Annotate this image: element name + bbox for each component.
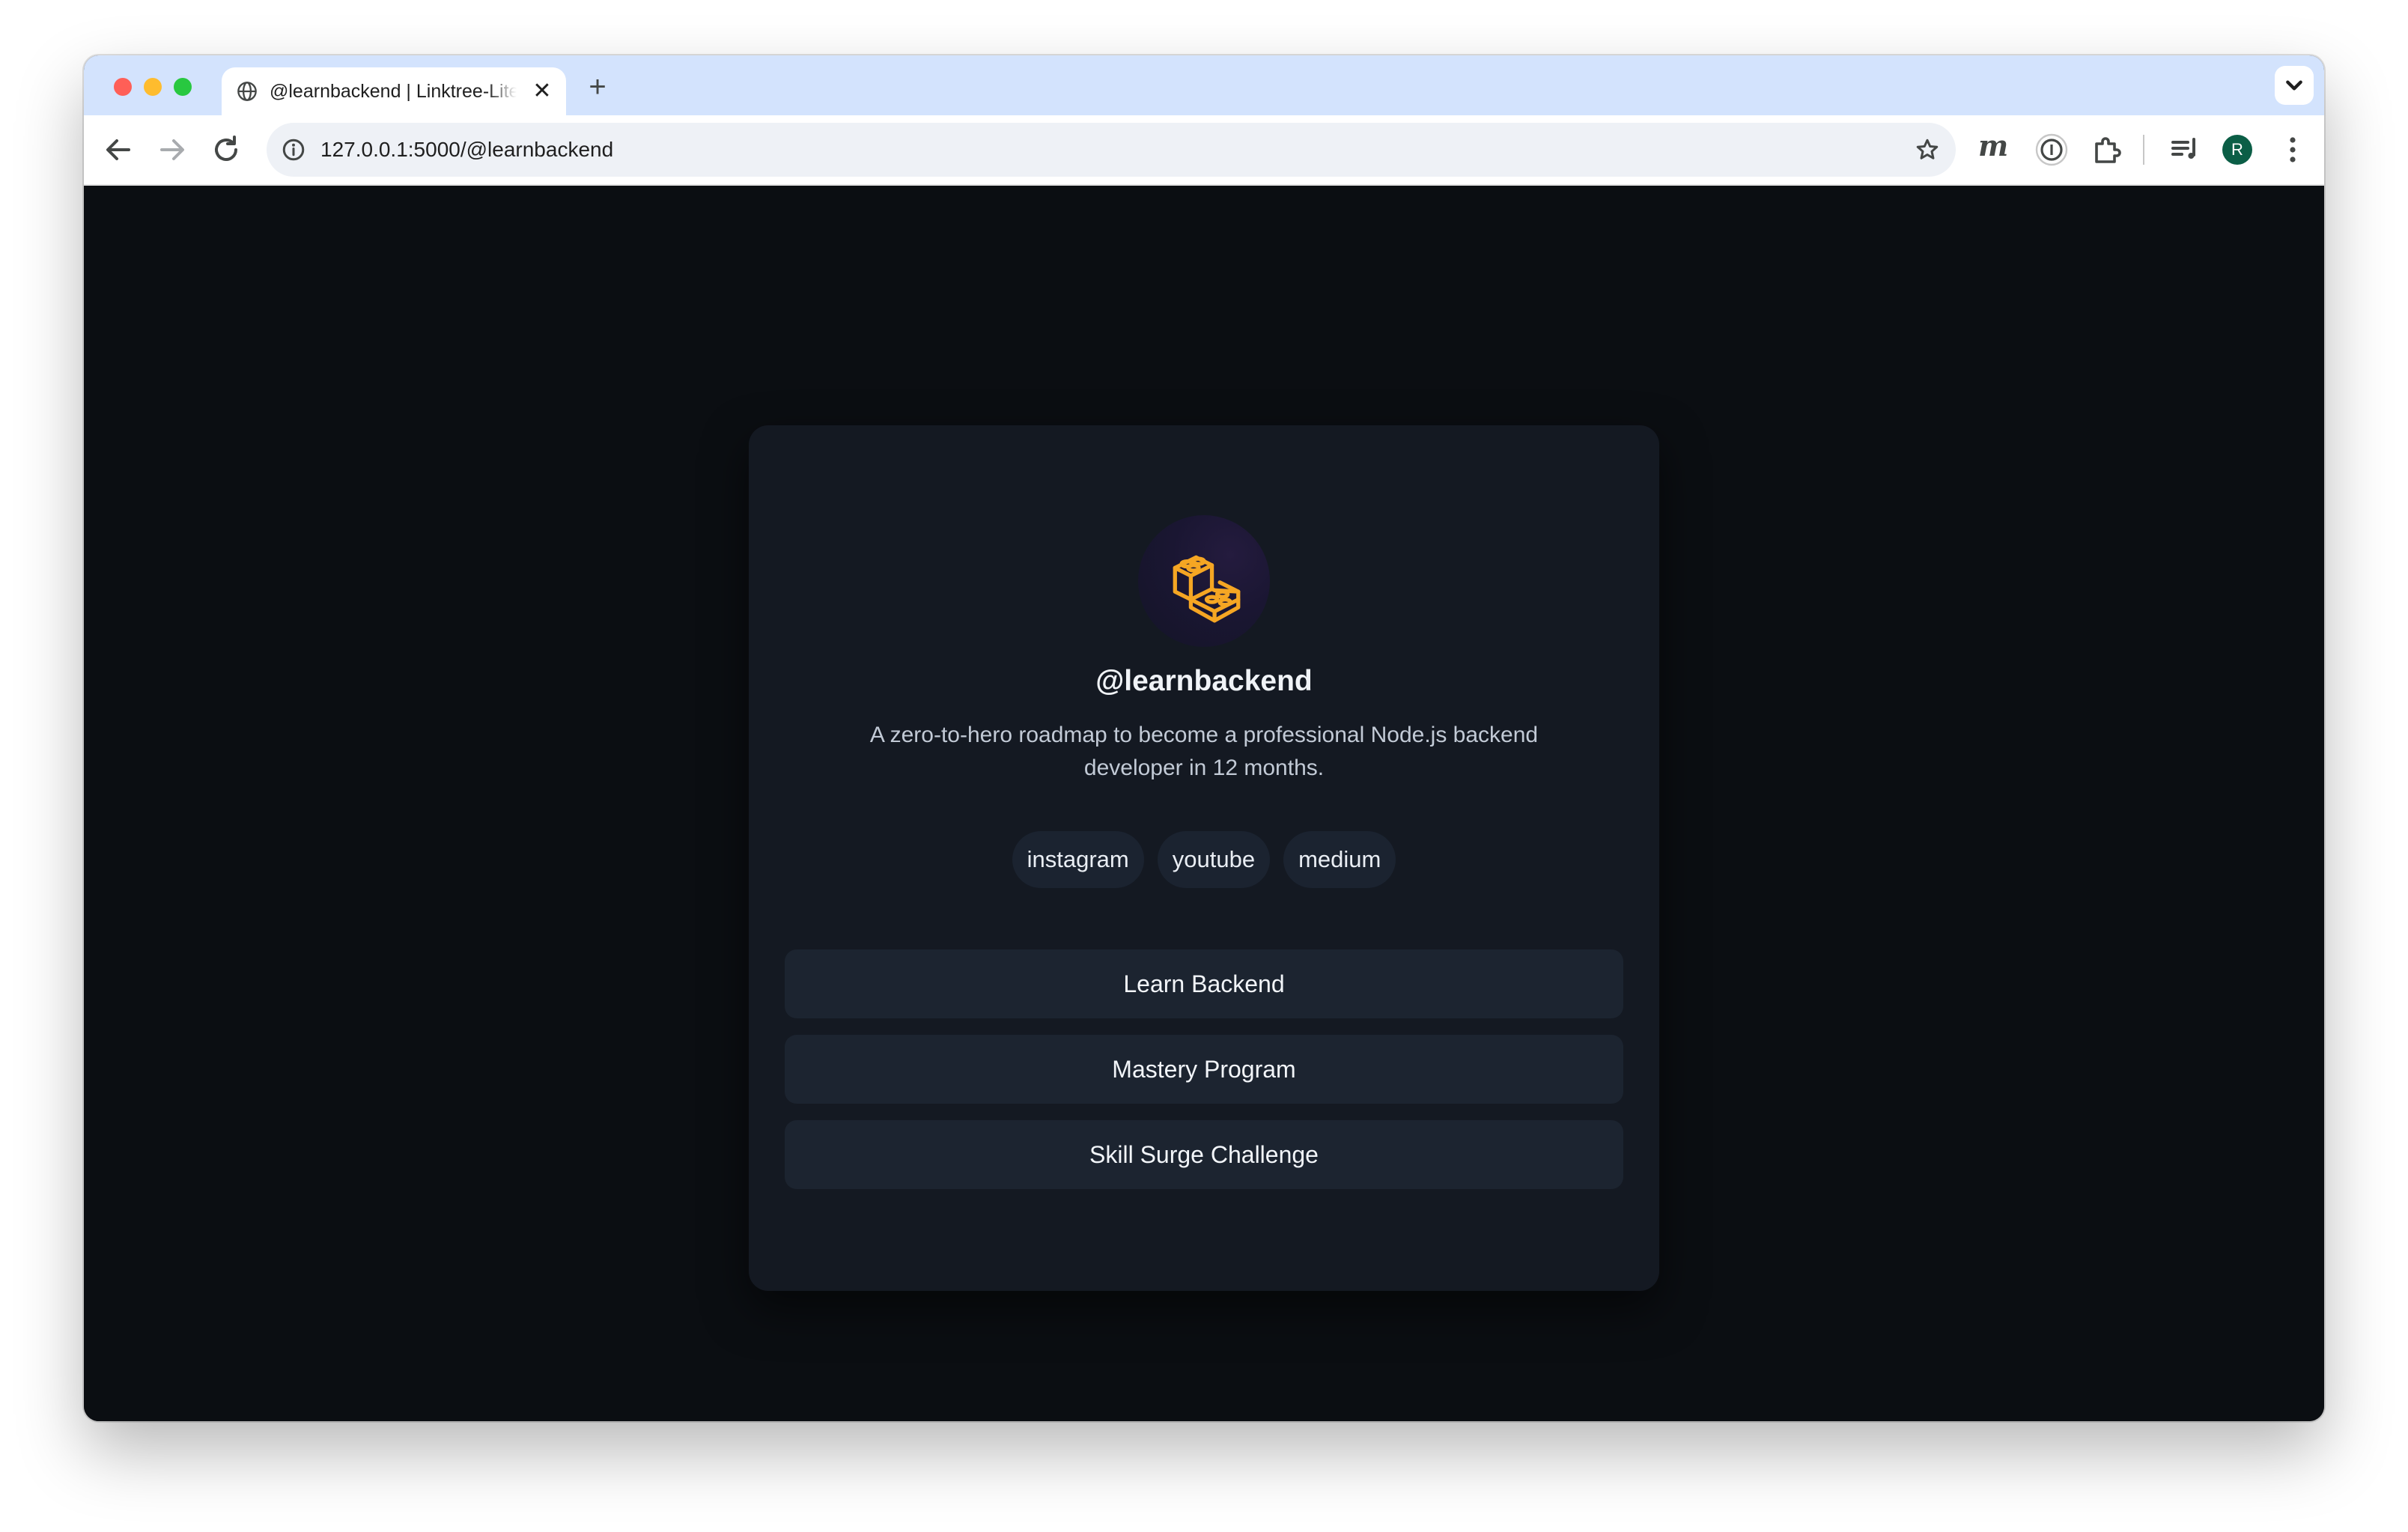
chevron-down-icon bbox=[2286, 80, 2302, 91]
site-info-icon[interactable] bbox=[280, 136, 307, 163]
bookmark-star-icon[interactable] bbox=[1914, 136, 1941, 163]
profile-card: @learnbackend A zero-to-hero roadmap to … bbox=[749, 425, 1659, 1291]
tab-strip: @learnbackend | Linktree-Lite ✕ + bbox=[84, 55, 2324, 115]
tab-search-button[interactable] bbox=[2275, 66, 2314, 105]
social-link-medium[interactable]: medium bbox=[1283, 831, 1396, 888]
profile-avatar[interactable]: R bbox=[2222, 135, 2252, 165]
maximize-window-button[interactable] bbox=[174, 78, 192, 96]
puzzle-extensions-icon[interactable] bbox=[2089, 132, 2125, 168]
back-arrow-icon[interactable] bbox=[100, 132, 136, 168]
browser-window: @learnbackend | Linktree-Lite ✕ + 127.0.… bbox=[84, 55, 2324, 1421]
toolbar-separator bbox=[2143, 135, 2144, 165]
profile-avatar-image bbox=[1138, 515, 1270, 647]
active-tab[interactable]: @learnbackend | Linktree-Lite ✕ bbox=[222, 67, 566, 115]
social-link-youtube[interactable]: youtube bbox=[1157, 831, 1271, 888]
forward-arrow-icon[interactable] bbox=[154, 132, 190, 168]
link-list: Learn Backend Mastery Program Skill Surg… bbox=[785, 949, 1623, 1206]
close-window-button[interactable] bbox=[114, 78, 132, 96]
social-link-instagram[interactable]: instagram bbox=[1012, 831, 1144, 888]
privacy-extension-icon[interactable] bbox=[2034, 132, 2070, 168]
media-controls-icon[interactable] bbox=[2167, 132, 2203, 168]
m-extension-icon[interactable]: m bbox=[1978, 129, 2008, 162]
social-links: instagram youtube medium bbox=[749, 831, 1659, 888]
minimize-window-button[interactable] bbox=[144, 78, 162, 96]
page-viewport: @learnbackend A zero-to-hero roadmap to … bbox=[84, 186, 2324, 1421]
profile-username: @learnbackend bbox=[1095, 665, 1313, 697]
kebab-menu-icon[interactable] bbox=[2275, 132, 2311, 168]
link-mastery-program[interactable]: Mastery Program bbox=[785, 1035, 1623, 1104]
profile-bio: A zero-to-hero roadmap to become a profe… bbox=[869, 723, 1539, 780]
lego-bricks-icon bbox=[1173, 555, 1241, 623]
tab-title: @learnbackend | Linktree-Lite bbox=[270, 81, 517, 102]
browser-toolbar: 127.0.0.1:5000/@learnbackend m R bbox=[84, 115, 2324, 186]
link-skill-surge-challenge[interactable]: Skill Surge Challenge bbox=[785, 1120, 1623, 1189]
url-text: 127.0.0.1:5000/@learnbackend bbox=[320, 138, 614, 161]
link-learn-backend[interactable]: Learn Backend bbox=[785, 949, 1623, 1018]
reload-icon[interactable] bbox=[208, 132, 244, 168]
tab-close-icon[interactable]: ✕ bbox=[530, 79, 554, 103]
globe-icon bbox=[237, 82, 257, 101]
new-tab-button[interactable]: + bbox=[581, 70, 614, 103]
address-bar[interactable]: 127.0.0.1:5000/@learnbackend bbox=[267, 123, 1956, 177]
